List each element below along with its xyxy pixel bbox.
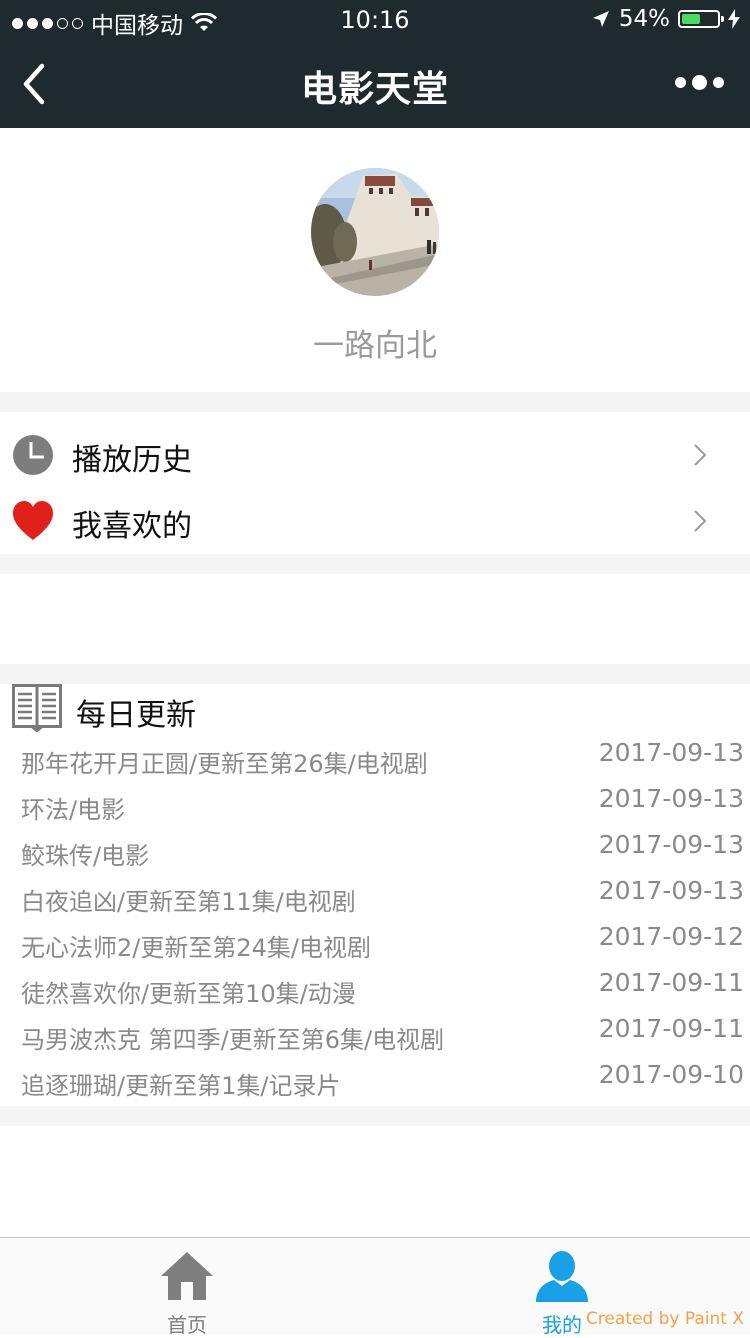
update-title: 那年花开月正圆/更新至第26集/电视剧 <box>21 750 428 778</box>
update-date: 2017-09-11 <box>598 968 744 997</box>
section-divider <box>0 392 750 412</box>
avatar-photo <box>311 168 439 296</box>
update-date: 2017-09-13 <box>598 738 744 767</box>
update-date: 2017-09-13 <box>598 876 744 905</box>
location-arrow-icon <box>592 11 609 27</box>
update-row[interactable]: 鲛珠传/电影 2017-09-13 <box>0 830 750 876</box>
nav-bar: 电影天堂 <box>0 40 750 128</box>
daily-updates-header: 每日更新 <box>0 684 750 736</box>
book-icon <box>12 684 62 732</box>
update-title: 鲛珠传/电影 <box>21 842 150 870</box>
menu-item-label: 播放历史 <box>72 443 192 478</box>
section-divider <box>0 664 750 684</box>
update-row[interactable]: 白夜追凶/更新至第11集/电视剧 2017-09-13 <box>0 876 750 922</box>
update-title: 环法/电影 <box>21 796 126 824</box>
home-icon <box>161 1252 213 1300</box>
update-row[interactable]: 追逐珊瑚/更新至第1集/记录片 2017-09-10 <box>0 1060 750 1106</box>
username: 一路向北 <box>313 328 437 364</box>
update-title: 白夜追凶/更新至第11集/电视剧 <box>21 888 356 916</box>
update-date: 2017-09-12 <box>598 922 744 951</box>
watermark-text: Created by Paint X <box>585 1309 744 1329</box>
profile-menu: 播放历史 我喜欢的 <box>0 412 750 554</box>
section-divider <box>0 1106 750 1126</box>
tab-home[interactable]: 首页 <box>127 1238 247 1337</box>
clock-icon <box>13 435 53 475</box>
status-bar: 中国移动 10:16 54% <box>0 0 750 40</box>
update-row[interactable]: 那年花开月正圆/更新至第26集/电视剧 2017-09-13 <box>0 738 750 784</box>
update-title: 无心法师2/更新至第24集/电视剧 <box>21 934 371 962</box>
update-row[interactable]: 马男波杰克 第四季/更新至第6集/电视剧 2017-09-11 <box>0 1014 750 1060</box>
menu-item-favorites[interactable]: 我喜欢的 <box>0 488 750 554</box>
more-dot <box>675 77 686 88</box>
daily-updates-section: 每日更新 那年花开月正圆/更新至第26集/电视剧 2017-09-13 环法/电… <box>0 684 750 1106</box>
more-dot <box>692 75 707 90</box>
update-title: 追逐珊瑚/更新至第1集/记录片 <box>21 1072 341 1100</box>
update-date: 2017-09-13 <box>598 830 744 859</box>
charging-bolt-icon <box>728 9 740 29</box>
menu-item-history[interactable]: 播放历史 <box>0 422 750 488</box>
update-row[interactable]: 徒然喜欢你/更新至第10集/动漫 2017-09-11 <box>0 968 750 1014</box>
update-title: 徒然喜欢你/更新至第10集/动漫 <box>21 980 356 1008</box>
update-date: 2017-09-10 <box>598 1060 744 1089</box>
battery-icon <box>678 10 724 28</box>
update-date: 2017-09-13 <box>598 784 744 813</box>
daily-updates-title: 每日更新 <box>76 698 196 733</box>
update-date: 2017-09-11 <box>598 1014 744 1043</box>
battery-fill <box>682 14 700 24</box>
menu-item-label: 我喜欢的 <box>72 509 192 544</box>
more-dot <box>713 77 724 88</box>
profile-section: 一路向北 <box>0 128 750 392</box>
status-right: 54% <box>591 6 740 32</box>
more-dots-icon[interactable] <box>675 75 724 90</box>
avatar[interactable] <box>311 168 439 296</box>
section-divider <box>0 554 750 574</box>
chevron-right-icon <box>694 510 707 532</box>
update-row[interactable]: 无心法师2/更新至第24集/电视剧 2017-09-12 <box>0 922 750 968</box>
person-icon <box>536 1251 588 1302</box>
chevron-right-icon <box>694 444 707 466</box>
update-row[interactable]: 环法/电影 2017-09-13 <box>0 784 750 830</box>
update-title: 马男波杰克 第四季/更新至第6集/电视剧 <box>21 1026 445 1054</box>
battery-percent: 54% <box>618 6 670 32</box>
page-title: 电影天堂 <box>300 69 449 110</box>
heart-icon <box>13 501 53 540</box>
